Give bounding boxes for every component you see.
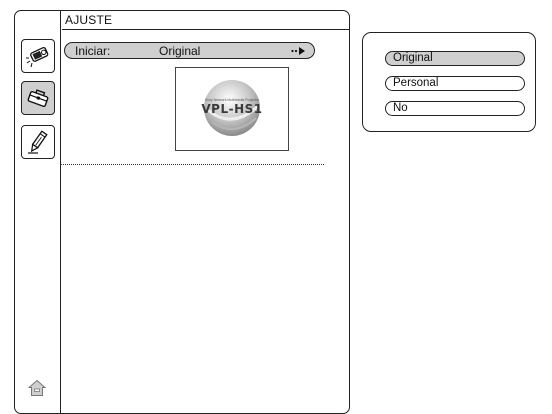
home-icon (27, 379, 47, 396)
option-original[interactable]: Original (385, 51, 525, 66)
setting-label: Iniciar: (75, 44, 111, 58)
divider (60, 164, 324, 165)
preview-image: Sony Network Multimedia Projector VPL-HS… (175, 67, 289, 151)
iniciar-setting[interactable]: Iniciar: Original (64, 42, 315, 59)
title-bar: AJUSTE (62, 11, 349, 30)
toolbox-icon (27, 89, 49, 108)
option-no[interactable]: No (385, 101, 525, 116)
tab-setup[interactable] (21, 81, 55, 115)
home-button[interactable] (27, 379, 47, 397)
projector-icon (26, 47, 49, 68)
preview-model-text: VPL-HS1 (201, 102, 263, 116)
options-popup: Original Personal No (362, 32, 536, 132)
option-personal[interactable]: Personal (385, 76, 525, 91)
tab-projector[interactable] (21, 39, 55, 73)
pen-icon (28, 130, 48, 154)
setting-value: Original (159, 44, 201, 58)
page-title: AJUSTE (65, 13, 113, 27)
arrow-right-icon (291, 47, 305, 55)
menu-sidebar (15, 11, 61, 413)
tab-edit[interactable] (21, 125, 55, 159)
